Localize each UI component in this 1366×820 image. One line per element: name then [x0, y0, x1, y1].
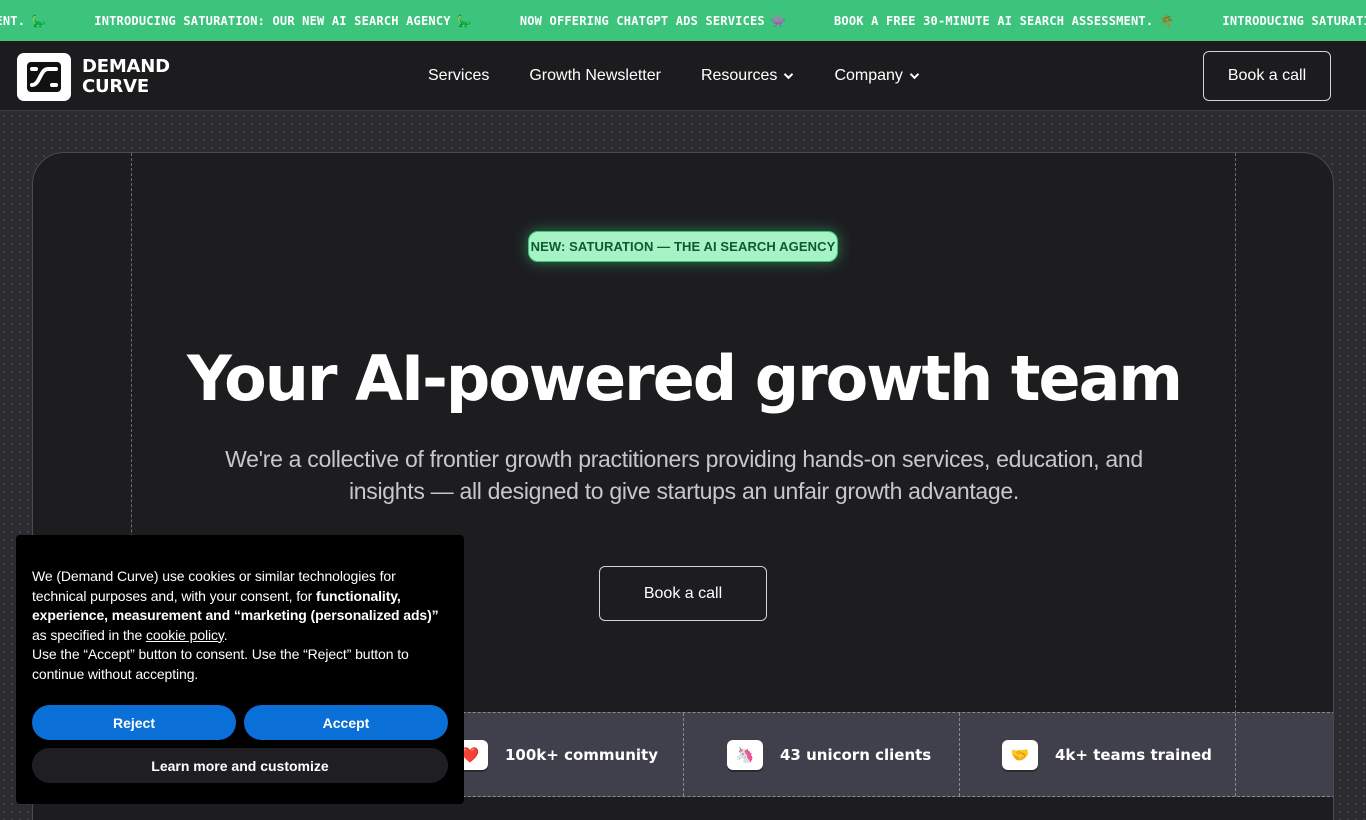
cookie-consent-banner: We (Demand Curve) use cookies or similar…: [16, 535, 464, 804]
alien-icon: 👾: [770, 13, 786, 28]
ticker-item[interactable]: INTRODUCING SATURATION: OUR NEW AI SEARC…: [1222, 14, 1366, 28]
palm-tree-icon: 🌴: [1159, 13, 1175, 28]
dinosaur-icon: 🦕: [456, 13, 472, 28]
nav-links: Services Growth Newsletter Resources Com…: [428, 41, 960, 110]
dinosaur-icon: 🦕: [31, 13, 47, 28]
announcement-pill[interactable]: NEW: SATURATION — THE AI SEARCH AGENCY: [528, 231, 838, 262]
stat-unicorn-clients: 🦄 43 unicorn clients: [683, 713, 959, 796]
unicorn-icon: 🦄: [727, 739, 763, 770]
cookie-consent-text: We (Demand Curve) use cookies or similar…: [32, 568, 439, 682]
cookie-policy-link[interactable]: cookie policy: [146, 627, 224, 643]
accept-button[interactable]: Accept: [244, 705, 448, 740]
announcement-ticker: MENT.🦕 INTRODUCING SATURATION: OUR NEW A…: [0, 0, 1366, 41]
nav-link-resources[interactable]: Resources: [701, 67, 794, 85]
learn-more-customize-button[interactable]: Learn more and customize: [32, 748, 448, 783]
logo[interactable]: DEMAND CURVE: [17, 53, 170, 101]
nav-link-company[interactable]: Company: [834, 67, 920, 85]
nav-link-growth-newsletter[interactable]: Growth Newsletter: [529, 67, 661, 85]
demand-curve-logo-icon: [17, 53, 71, 101]
ticker-item[interactable]: MENT.🦕: [0, 14, 46, 28]
nav-link-services[interactable]: Services: [428, 67, 489, 85]
hero-subtitle: We're a collective of frontier growth pr…: [225, 446, 1143, 504]
ticker-item[interactable]: NOW OFFERING CHATGPT ADS SERVICES 👾: [520, 14, 786, 28]
logo-wordmark: DEMAND CURVE: [82, 56, 170, 97]
stat-divider: [1235, 713, 1333, 796]
handshake-icon: 🤝: [1002, 739, 1038, 770]
chevron-down-icon: [784, 72, 794, 79]
ticker-track: MENT.🦕 INTRODUCING SATURATION: OUR NEW A…: [0, 0, 1366, 41]
ticker-item[interactable]: BOOK A FREE 30-MINUTE AI SEARCH ASSESSME…: [834, 14, 1174, 28]
book-a-call-button[interactable]: Book a call: [1203, 51, 1331, 101]
dashed-guide-line: [1235, 153, 1236, 713]
chevron-down-icon: [909, 72, 920, 79]
ticker-item[interactable]: INTRODUCING SATURATION: OUR NEW AI SEARC…: [94, 14, 472, 28]
top-navigation: DEMAND CURVE Services Growth Newsletter …: [0, 41, 1366, 111]
hero-book-a-call-button[interactable]: Book a call: [599, 566, 767, 621]
page-title: Your AI-powered growth team: [186, 342, 1183, 415]
reject-button[interactable]: Reject: [32, 705, 236, 740]
stat-teams-trained: 🤝 4k+ teams trained: [959, 713, 1235, 796]
